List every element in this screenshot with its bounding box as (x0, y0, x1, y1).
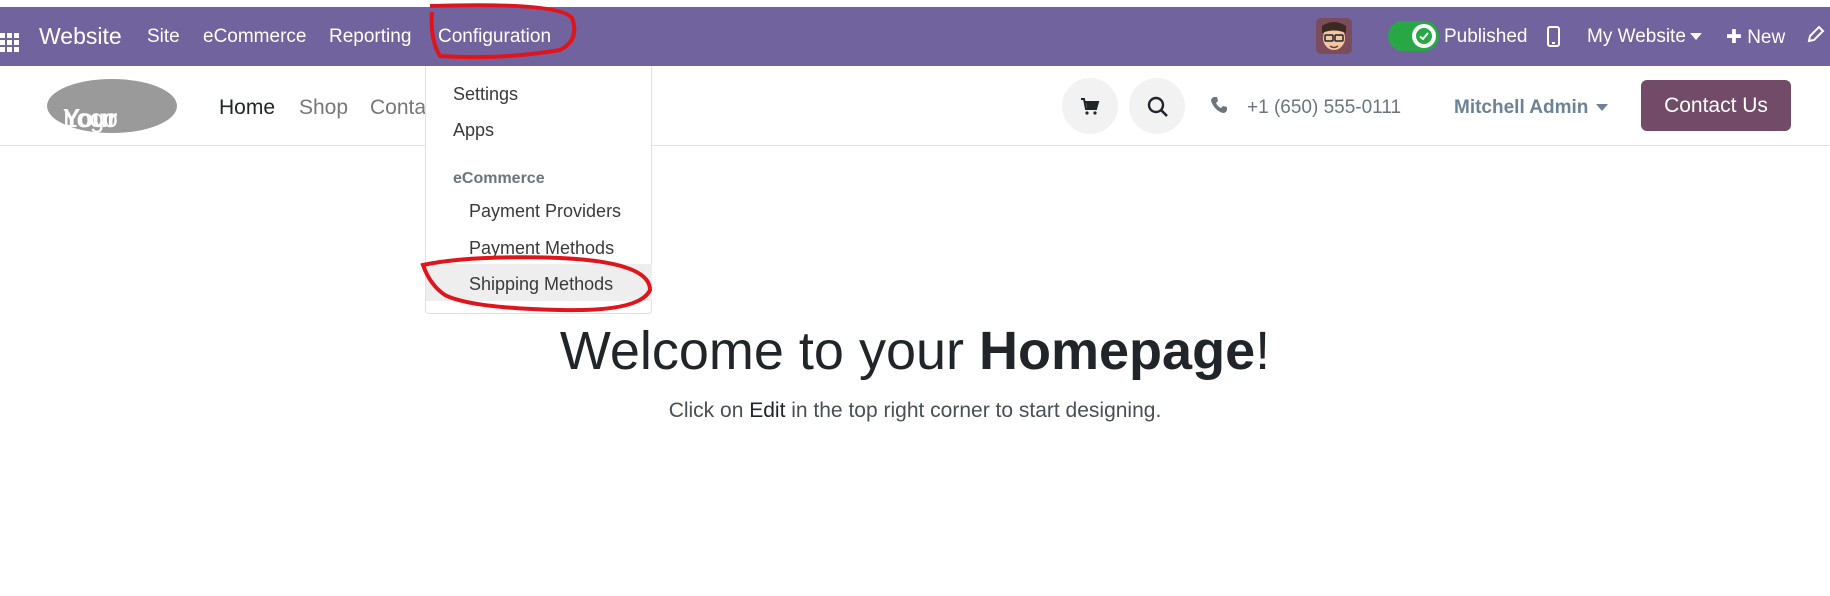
dropdown-item-shipping-methods[interactable]: Shipping Methods (426, 264, 652, 301)
nav-contact[interactable]: Conta (370, 96, 426, 120)
my-website-dropdown[interactable]: My Website (1587, 26, 1702, 48)
admin-navbar: Website Site eCommerce Reporting Configu… (0, 7, 1830, 66)
cart-icon (1081, 98, 1100, 115)
hero-sub-prefix: Click on (668, 399, 750, 422)
menu-site[interactable]: Site (147, 26, 180, 48)
dropdown-item-payment-providers[interactable]: Payment Providers (469, 201, 621, 222)
chevron-down-icon (1596, 104, 1609, 112)
dropdown-item-apps[interactable]: Apps (453, 120, 494, 141)
new-button[interactable]: ✚ New (1726, 26, 1785, 49)
dropdown-item-payment-methods[interactable]: Payment Methods (469, 238, 614, 259)
dropdown-section-header: eCommerce (453, 170, 545, 187)
user-menu[interactable]: Mitchell Admin (1454, 97, 1609, 119)
site-logo[interactable]: Your Logo (47, 79, 177, 133)
menu-reporting[interactable]: Reporting (329, 26, 411, 48)
configuration-dropdown: Settings Apps eCommerce Payment Provider… (425, 66, 652, 314)
hero-title: Welcome to your Homepage! (0, 320, 1830, 382)
hero-title-prefix: Welcome to your (559, 321, 980, 381)
menu-ecommerce[interactable]: eCommerce (203, 26, 306, 48)
website-header: Your Logo Home Shop Conta +1 (650) 555-01… (0, 66, 1830, 146)
contact-us-button[interactable]: Contact Us (1641, 80, 1791, 131)
hero-sub-edit: Edit (749, 399, 786, 422)
logo-light: Logo (63, 103, 118, 133)
dropdown-item-settings[interactable]: Settings (453, 84, 518, 105)
avatar[interactable] (1316, 18, 1352, 54)
hero-sub-suffix: in the top right corner to start designi… (785, 399, 1162, 422)
phone-icon (1210, 96, 1228, 119)
user-name: Mitchell Admin (1454, 97, 1589, 118)
new-label: New (1747, 27, 1786, 48)
published-toggle[interactable] (1388, 21, 1439, 51)
apps-grid-icon[interactable] (0, 33, 22, 53)
chevron-down-icon (1689, 33, 1702, 41)
search-button[interactable] (1129, 78, 1185, 134)
published-label[interactable]: Published (1444, 26, 1527, 48)
plus-icon: ✚ (1726, 27, 1742, 48)
search-icon (1147, 96, 1168, 117)
mobile-icon[interactable] (1547, 26, 1560, 47)
hero-title-bold: Homepage (979, 321, 1256, 381)
pencil-icon[interactable] (1806, 24, 1826, 49)
my-website-label: My Website (1587, 26, 1686, 47)
phone-number[interactable]: +1 (650) 555-0111 (1247, 97, 1401, 119)
hero-title-suffix: ! (1255, 321, 1271, 381)
cart-button[interactable] (1062, 78, 1118, 134)
app-brand[interactable]: Website (39, 23, 122, 50)
nav-shop[interactable]: Shop (299, 96, 348, 120)
hero-subtitle: Click on Edit in the top right corner to… (0, 399, 1830, 423)
nav-home[interactable]: Home (219, 96, 275, 120)
check-icon (1416, 28, 1432, 44)
menu-configuration[interactable]: Configuration (438, 26, 551, 48)
